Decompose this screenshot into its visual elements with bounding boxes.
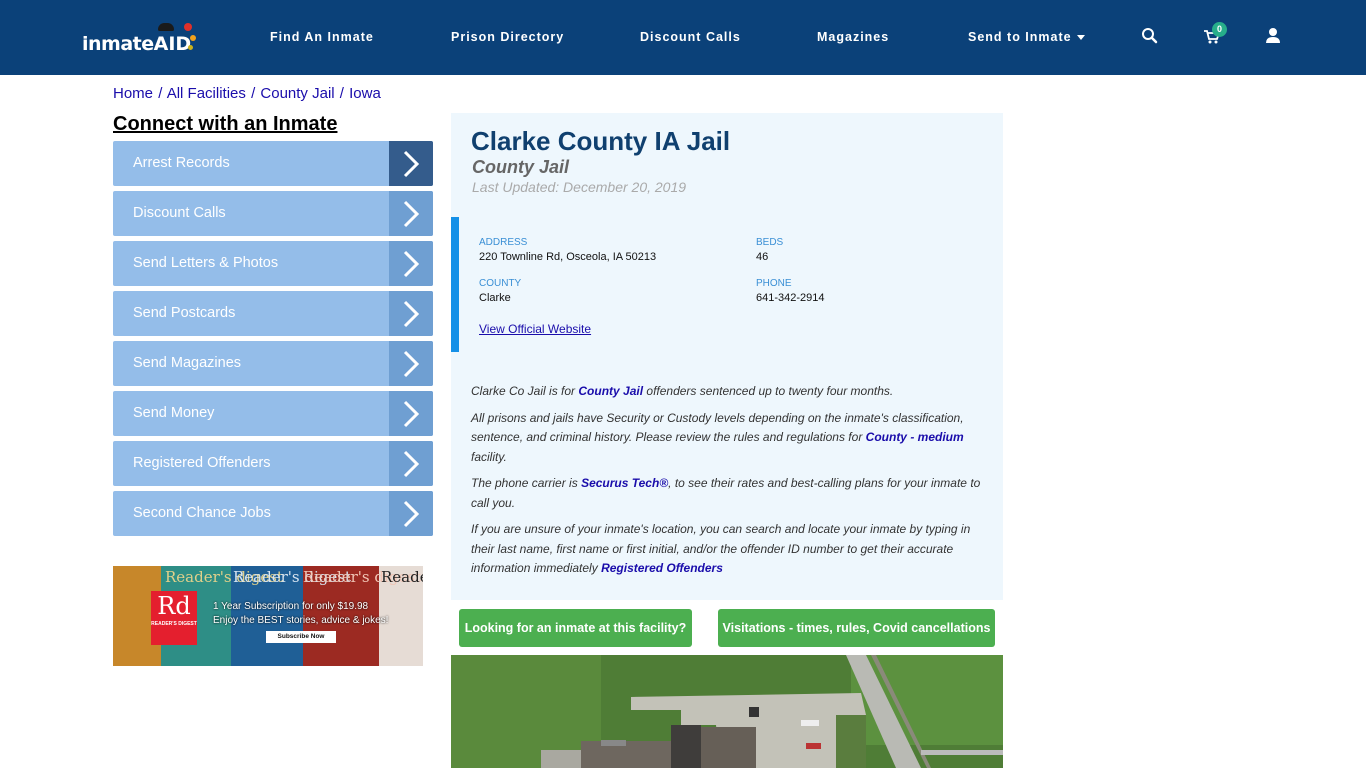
address-label: ADDRESS xyxy=(479,237,528,248)
county-label: COUNTY xyxy=(479,278,522,289)
chevron-right-icon xyxy=(389,241,433,286)
chevron-right-icon xyxy=(389,341,433,386)
breadcrumb-all-facilities[interactable]: All Facilities xyxy=(167,85,246,102)
description-paragraph: All prisons and jails have Security or C… xyxy=(471,410,964,464)
accent-bar xyxy=(451,217,459,352)
address-value: 220 Townline Rd, Osceola, IA 50213 xyxy=(479,251,657,263)
sidebar-item-arrest-records[interactable]: Arrest Records xyxy=(113,141,433,186)
facility-satellite-image xyxy=(451,655,1003,768)
leaf-icon xyxy=(189,35,196,41)
nav-find-an-inmate[interactable]: Find An Inmate xyxy=(270,30,374,46)
facility-info: ADDRESS 220 Townline Rd, Osceola, IA 502… xyxy=(451,217,1003,352)
beds-label: BEDS xyxy=(756,237,784,248)
description-paragraph: Clarke Co Jail is for County Jail offend… xyxy=(471,384,894,398)
ad-subline: Enjoy the BEST stories, advice & jokes! xyxy=(213,615,389,626)
ad-headline: 1 Year Subscription for only $19.98 xyxy=(213,601,369,612)
find-inmate-button[interactable]: Looking for an inmate at this facility? xyxy=(459,609,692,647)
chevron-right-icon xyxy=(389,441,433,486)
breadcrumb-county-jail[interactable]: County Jail xyxy=(260,85,334,102)
description-paragraph: If you are unsure of your inmate's locat… xyxy=(471,522,971,575)
chevron-right-icon xyxy=(389,391,433,436)
sidebar-item-discount-calls[interactable]: Discount Calls xyxy=(113,191,433,236)
sidebar-item-registered-offenders[interactable]: Registered Offenders xyxy=(113,441,433,486)
leaf-icon xyxy=(187,45,193,50)
logo-text: inmate xyxy=(82,33,154,55)
leaf-icon xyxy=(183,23,192,31)
logo[interactable]: inmate AID xyxy=(82,22,196,55)
breadcrumb: Home / All Facilities / County Jail / Io… xyxy=(113,85,381,102)
breadcrumb-iowa[interactable]: Iowa xyxy=(349,85,381,102)
sidebar-item-second-chance-jobs[interactable]: Second Chance Jobs xyxy=(113,491,433,536)
breadcrumb-home[interactable]: Home xyxy=(113,85,153,102)
search-icon[interactable] xyxy=(1140,26,1160,46)
nav-prison-directory[interactable]: Prison Directory xyxy=(451,30,564,46)
official-website-link[interactable]: View Official Website xyxy=(479,322,591,336)
facility-name: Clarke County IA Jail xyxy=(471,126,731,156)
visitations-button[interactable]: Visitations - times, rules, Covid cancel… xyxy=(718,609,995,647)
subscribe-now-button[interactable]: Subscribe Now xyxy=(266,631,336,643)
facility-type: County Jail xyxy=(472,157,570,177)
beds-value: 46 xyxy=(756,251,769,263)
last-updated: Last Updated: December 20, 2019 xyxy=(472,179,687,195)
readers-digest-ad[interactable]: Reader's digest Reader's digest Reader's… xyxy=(113,566,423,666)
logo-accent: AID xyxy=(154,23,196,54)
phone-value: 641-342-2914 xyxy=(756,292,825,304)
nav-discount-calls[interactable]: Discount Calls xyxy=(640,30,741,46)
county-jail-link[interactable]: County Jail xyxy=(578,384,643,398)
satellite-map-image xyxy=(451,655,1003,768)
readers-digest-logo: Rd READER'S DIGEST xyxy=(151,591,197,645)
securus-tech-link[interactable]: Securus Tech® xyxy=(581,476,668,490)
caret-down-icon xyxy=(1076,35,1085,40)
county-medium-link[interactable]: County - medium xyxy=(866,430,964,444)
sidebar-title: Connect with an Inmate xyxy=(113,113,338,135)
chevron-right-icon xyxy=(389,141,433,186)
sidebar-item-send-postcards[interactable]: Send Postcards xyxy=(113,291,433,336)
county-value: Clarke xyxy=(479,292,511,304)
facility-description: Clarke Co Jail is for County Jail offend… xyxy=(471,382,991,586)
sidebar-menu: Arrest Records Discount Calls Send Lette… xyxy=(113,141,433,541)
user-icon[interactable] xyxy=(1263,26,1283,46)
phone-label: PHONE xyxy=(756,278,792,289)
cart-count-badge: 0 xyxy=(1212,22,1227,37)
sidebar-item-send-money[interactable]: Send Money xyxy=(113,391,433,436)
chevron-right-icon xyxy=(389,491,433,536)
hat-icon xyxy=(157,23,174,31)
nav-send-to-inmate[interactable]: Send to Inmate xyxy=(968,30,1085,46)
sidebar-item-send-letters-photos[interactable]: Send Letters & Photos xyxy=(113,241,433,286)
nav-magazines[interactable]: Magazines xyxy=(817,30,889,46)
chevron-right-icon xyxy=(389,191,433,236)
registered-offenders-link[interactable]: Registered Offenders xyxy=(601,561,723,575)
description-paragraph: The phone carrier is Securus Tech®, to s… xyxy=(471,476,981,510)
sidebar-item-send-magazines[interactable]: Send Magazines xyxy=(113,341,433,386)
chevron-right-icon xyxy=(389,291,433,336)
site-header: inmate AID Find An Inmate Prison Directo… xyxy=(0,0,1366,75)
